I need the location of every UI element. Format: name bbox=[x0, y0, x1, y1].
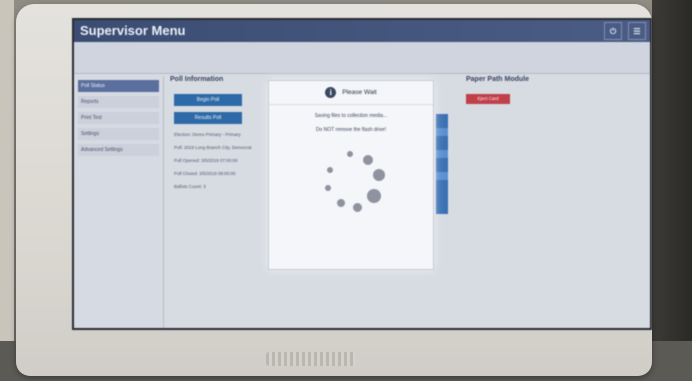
sidebar-item-reports[interactable]: Reports bbox=[78, 96, 159, 108]
info-icon: i bbox=[325, 87, 337, 98]
sidebar: Poll Status Reports Print Test Settings … bbox=[74, 76, 164, 328]
modal-message-warning: Do NOT remove the flash drive! bbox=[315, 127, 387, 133]
modal-message-saving: Saving files to collection media... bbox=[314, 113, 388, 119]
spinner-dot bbox=[327, 167, 333, 173]
spinner-dot bbox=[373, 169, 385, 181]
strip-button-2[interactable] bbox=[436, 150, 448, 158]
spinner-dot bbox=[325, 185, 331, 191]
spinner-dot bbox=[363, 155, 373, 165]
spinner-dot bbox=[367, 189, 381, 203]
paper-panel-title: Paper Path Module bbox=[466, 76, 530, 83]
spinner-dot bbox=[337, 199, 345, 207]
monitor-bezel: Supervisor Menu ⏻ ☰ Poll Status Reports … bbox=[16, 4, 652, 376]
strip-button-3[interactable] bbox=[436, 172, 448, 180]
info-bar bbox=[74, 42, 650, 74]
modal-header: i Please Wait bbox=[269, 81, 433, 105]
side-action-strip bbox=[436, 114, 448, 214]
menu-icon[interactable]: ☰ bbox=[628, 22, 646, 40]
results-poll-button[interactable]: Results Poll bbox=[174, 112, 242, 124]
eject-card-button[interactable]: Eject Card bbox=[466, 94, 510, 104]
sidebar-item-print-test[interactable]: Print Test bbox=[78, 112, 159, 124]
monitor-screen: Supervisor Menu ⏻ ☰ Poll Status Reports … bbox=[72, 18, 652, 330]
paper-path-panel: Paper Path Module Eject Card bbox=[466, 76, 616, 136]
begin-poll-button[interactable]: Begin Poll bbox=[174, 94, 242, 106]
strip-button-1[interactable] bbox=[436, 128, 448, 136]
topbar-icons: ⏻ ☰ bbox=[604, 22, 646, 40]
spinner-dot bbox=[353, 203, 362, 212]
background-wall bbox=[0, 0, 14, 381]
screen-topbar: Supervisor Menu ⏻ ☰ bbox=[74, 20, 650, 42]
sidebar-item-settings[interactable]: Settings bbox=[78, 128, 159, 140]
sidebar-item-advanced[interactable]: Advanced Settings bbox=[78, 144, 159, 156]
monitor-speaker-grille bbox=[266, 352, 356, 366]
background-dark-panel bbox=[652, 0, 692, 381]
sidebar-item-poll-status[interactable]: Poll Status bbox=[78, 80, 159, 92]
modal-title: Please Wait bbox=[342, 89, 377, 96]
screen-title: Supervisor Menu bbox=[80, 23, 186, 38]
power-icon[interactable]: ⏻ bbox=[604, 22, 622, 40]
please-wait-modal: i Please Wait Saving files to collection… bbox=[268, 80, 434, 270]
spinner-dot bbox=[347, 151, 353, 157]
